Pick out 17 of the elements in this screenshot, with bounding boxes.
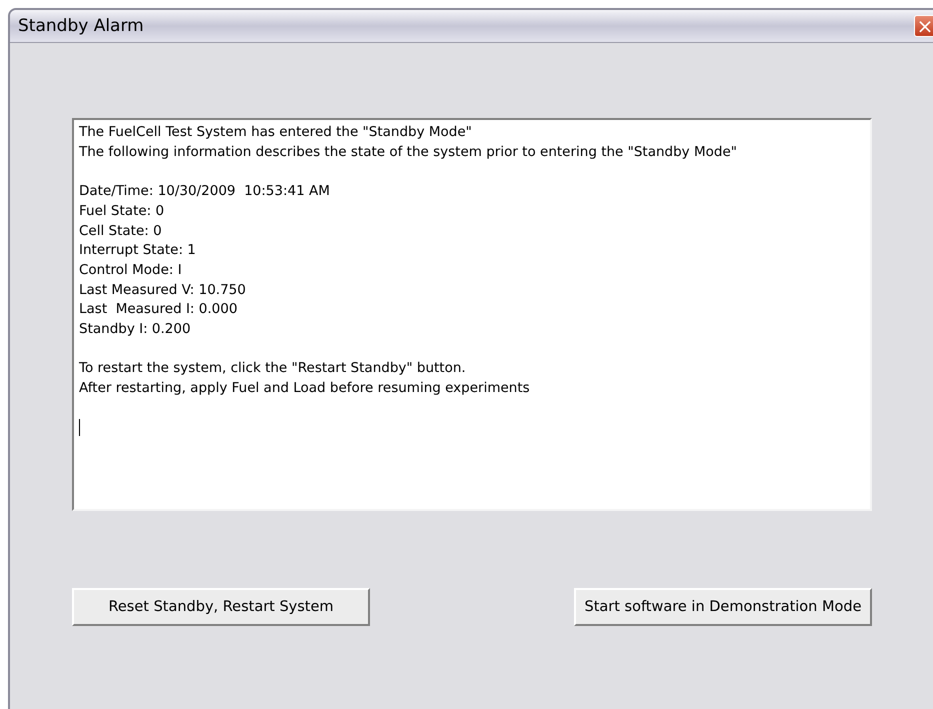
action-button[interactable]: Reset Standby, Restart System (72, 588, 370, 626)
message-line: Standby I: 0.200 (79, 320, 192, 340)
message-box[interactable] (72, 118, 872, 511)
message-line: Cell State: 0 (79, 222, 163, 240)
message-line: To restart the system, click the "Restart Standby" button. (79, 359, 467, 378)
message-line: Control Mode: I (79, 260, 183, 280)
message-line: After restarting, apply Fuel and Load before resuming experiments (79, 379, 531, 398)
message-line: Date/Time: 10/30/2009 10:53:41 AM (79, 182, 331, 202)
window-title: Standby Alarm (18, 16, 144, 36)
action-button[interactable]: Start software in Demonstration Mode (574, 588, 872, 626)
message-line: Last Measured V: 10.750 (79, 280, 247, 300)
message-line: Interrupt State: 1 (79, 241, 197, 260)
message-line: Fuel State: 0 (79, 202, 166, 221)
message-line: The FuelCell Test System has entered the "Standby Mode" (79, 123, 473, 142)
message-line: The following information describes the state of the system prior to entering the "Standby Mode" (79, 142, 738, 162)
close-button[interactable]: × (914, 15, 933, 37)
message-line: Last Measured I: 0.000 (79, 300, 238, 320)
